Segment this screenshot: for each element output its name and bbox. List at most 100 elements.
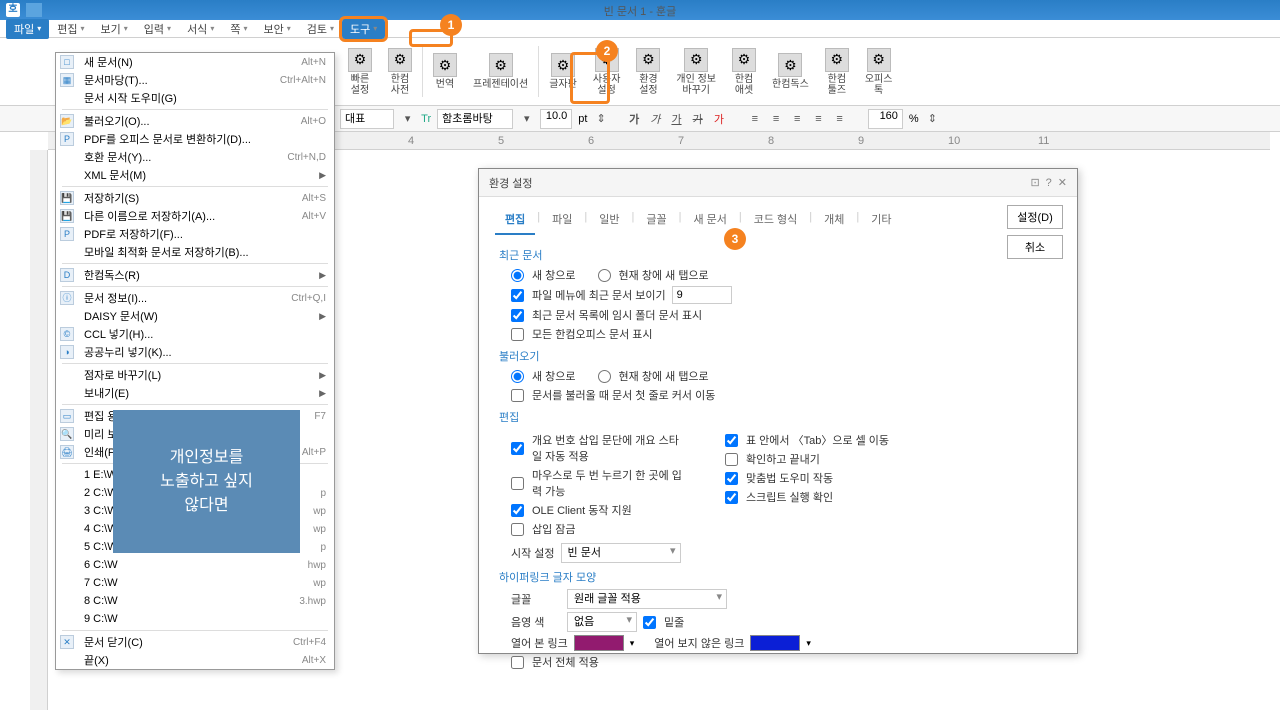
dialog-help-icon[interactable]: ?: [1046, 177, 1052, 189]
link-font-select[interactable]: 원래 글꼴 적용: [567, 589, 727, 609]
tab-개체[interactable]: 개체: [814, 205, 854, 235]
font-select[interactable]: 함초롬바탕: [437, 109, 513, 129]
style-select[interactable]: 대표: [340, 109, 394, 129]
dropdown-icon[interactable]: ▾: [400, 109, 415, 129]
tab-기타[interactable]: 기타: [861, 205, 901, 235]
align-center-button[interactable]: ≡: [768, 109, 783, 129]
menuitem[interactable]: 보내기(E)▶: [56, 384, 334, 402]
menuitem[interactable]: ✕문서 닫기(C)Ctrl+F4: [56, 633, 334, 651]
menuitem[interactable]: XML 문서(M)▶: [56, 166, 334, 184]
ribbon-한컴애셋[interactable]: ⚙한컴애셋: [724, 42, 764, 101]
menuitem[interactable]: 문서 시작 도우미(G): [56, 89, 334, 107]
menuitem[interactable]: PPDF로 저장하기(F)...: [56, 225, 334, 243]
fontcolor-button[interactable]: 가: [711, 109, 726, 129]
cursor-firstline-checkbox[interactable]: [511, 389, 524, 402]
ribbon-빠른설정[interactable]: ⚙빠른설정: [340, 42, 380, 101]
menu-파일[interactable]: 파일▾: [6, 19, 49, 39]
edit-opt[interactable]: [725, 434, 738, 447]
tab-일반[interactable]: 일반: [589, 205, 629, 235]
ribbon-오피스톡[interactable]: ⚙오피스톡: [857, 42, 901, 101]
edit-opt[interactable]: [511, 442, 524, 455]
ribbon-한컴사전[interactable]: ⚙한컴사전: [380, 42, 420, 101]
menu-보기[interactable]: 보기▾: [93, 19, 136, 39]
menuitem[interactable]: ▦문서마당(T)...Ctrl+Alt+N: [56, 71, 334, 89]
visited-color-swatch[interactable]: [574, 635, 624, 651]
quick-access-chevron[interactable]: [26, 3, 42, 17]
dialog-min-icon[interactable]: ⊡: [1030, 176, 1039, 189]
menuitem[interactable]: □새 문서(N)Alt+N: [56, 53, 334, 71]
menuitem[interactable]: 💾저장하기(S)Alt+S: [56, 189, 334, 207]
dropdown-icon[interactable]: ▾: [519, 109, 534, 129]
menuitem[interactable]: 💾다른 이름으로 저장하기(A)...Alt+V: [56, 207, 334, 225]
menu-보안[interactable]: 보안▾: [255, 19, 298, 39]
recent-newwindow-radio[interactable]: [511, 269, 524, 282]
align-distribute-button[interactable]: ≡: [832, 109, 847, 129]
menuitem[interactable]: 끝(X)Alt+X: [56, 651, 334, 669]
italic-button[interactable]: 가: [648, 109, 663, 129]
menuitem[interactable]: 6 C:\Whwp: [56, 556, 334, 574]
menuitem[interactable]: 모바일 최적화 문서로 저장하기(B)...: [56, 243, 334, 261]
tab-편집[interactable]: 편집: [495, 205, 535, 235]
open-newtab-radio[interactable]: [598, 370, 611, 383]
edit-opt[interactable]: [725, 472, 738, 485]
zoom-select[interactable]: 160: [868, 109, 903, 129]
all-hancom-checkbox[interactable]: [511, 328, 524, 341]
align-left-button[interactable]: ≡: [747, 109, 762, 129]
unvisited-color-swatch[interactable]: [750, 635, 800, 651]
ok-button[interactable]: 설정(D): [1007, 205, 1063, 229]
ribbon-번역[interactable]: ⚙번역: [425, 42, 465, 101]
ribbon-한컴독스[interactable]: ⚙한컴독스: [764, 42, 817, 101]
zoom-spinner[interactable]: ⇕: [925, 109, 940, 129]
ribbon-한컴툴즈[interactable]: ⚙한컴툴즈: [817, 42, 857, 101]
underline-button[interactable]: 가: [669, 109, 684, 129]
edit-opt[interactable]: [725, 453, 738, 466]
menuitem[interactable]: 7 C:\Wwp: [56, 574, 334, 592]
menu-쪽[interactable]: 쪽▾: [222, 19, 255, 39]
menu-서식[interactable]: 서식▾: [179, 19, 222, 39]
apply-all-checkbox[interactable]: [511, 656, 524, 669]
menuitem[interactable]: 점자로 바꾸기(L)▶: [56, 366, 334, 384]
dialog-close-icon[interactable]: ✕: [1058, 176, 1067, 189]
edit-opt[interactable]: [725, 491, 738, 504]
menuitem[interactable]: DAISY 문서(W)▶: [56, 307, 334, 325]
menuitem[interactable]: ◑공공누리 넣기(K)...: [56, 343, 334, 361]
link-shade-select[interactable]: 없음: [567, 612, 637, 632]
edit-opt[interactable]: [511, 504, 524, 517]
menuitem[interactable]: 📂불러오기(O)...Alt+O: [56, 112, 334, 130]
tab-글꼴[interactable]: 글꼴: [636, 205, 676, 235]
menuitem[interactable]: D한컴독스(R)▶: [56, 266, 334, 284]
edit-opt[interactable]: [511, 477, 524, 490]
bold-button[interactable]: 가: [627, 109, 642, 129]
label: 최근 문서 목록에 임시 폴더 문서 표시: [532, 307, 702, 323]
ribbon-환경설정[interactable]: ⚙환경설정: [628, 42, 668, 101]
temp-folder-checkbox[interactable]: [511, 309, 524, 322]
menu-검토[interactable]: 검토▾: [299, 19, 342, 39]
open-newwindow-radio[interactable]: [511, 370, 524, 383]
menuitem[interactable]: ⓘ문서 정보(I)...Ctrl+Q,I: [56, 289, 334, 307]
underline-checkbox[interactable]: [643, 616, 656, 629]
strike-button[interactable]: 가: [690, 109, 705, 129]
menu-편집[interactable]: 편집▾: [49, 19, 92, 39]
menuitem[interactable]: 9 C:\W: [56, 610, 334, 628]
align-justify-button[interactable]: ≡: [811, 109, 826, 129]
size-spinner[interactable]: ⇕: [593, 109, 608, 129]
ribbon-프레젠테이션[interactable]: ⚙프레젠테이션: [465, 42, 536, 101]
menu-입력[interactable]: 입력▾: [136, 19, 179, 39]
menuitem[interactable]: 8 C:\W3.hwp: [56, 592, 334, 610]
cancel-button[interactable]: 취소: [1007, 235, 1063, 259]
tab-파일[interactable]: 파일: [542, 205, 582, 235]
align-right-button[interactable]: ≡: [790, 109, 805, 129]
recent-count-input[interactable]: [672, 286, 732, 304]
start-setting-select[interactable]: 빈 문서: [561, 543, 681, 563]
tab-코드 형식[interactable]: 코드 형식: [744, 205, 808, 235]
ribbon-개인 정보바꾸기[interactable]: ⚙개인 정보바꾸기: [668, 42, 724, 101]
menuitem[interactable]: ©CCL 넣기(H)...: [56, 325, 334, 343]
edit-opt[interactable]: [511, 523, 524, 536]
menuitem[interactable]: PPDF를 오피스 문서로 변환하기(D)...: [56, 130, 334, 148]
size-select[interactable]: 10.0: [540, 109, 572, 129]
menu-도구[interactable]: 도구▾: [342, 19, 385, 39]
ribbon-글자판[interactable]: ⚙글자판: [541, 42, 585, 101]
recent-newtab-radio[interactable]: [598, 269, 611, 282]
show-recent-checkbox[interactable]: [511, 289, 524, 302]
menuitem[interactable]: 호환 문서(Y)...Ctrl+N,D: [56, 148, 334, 166]
